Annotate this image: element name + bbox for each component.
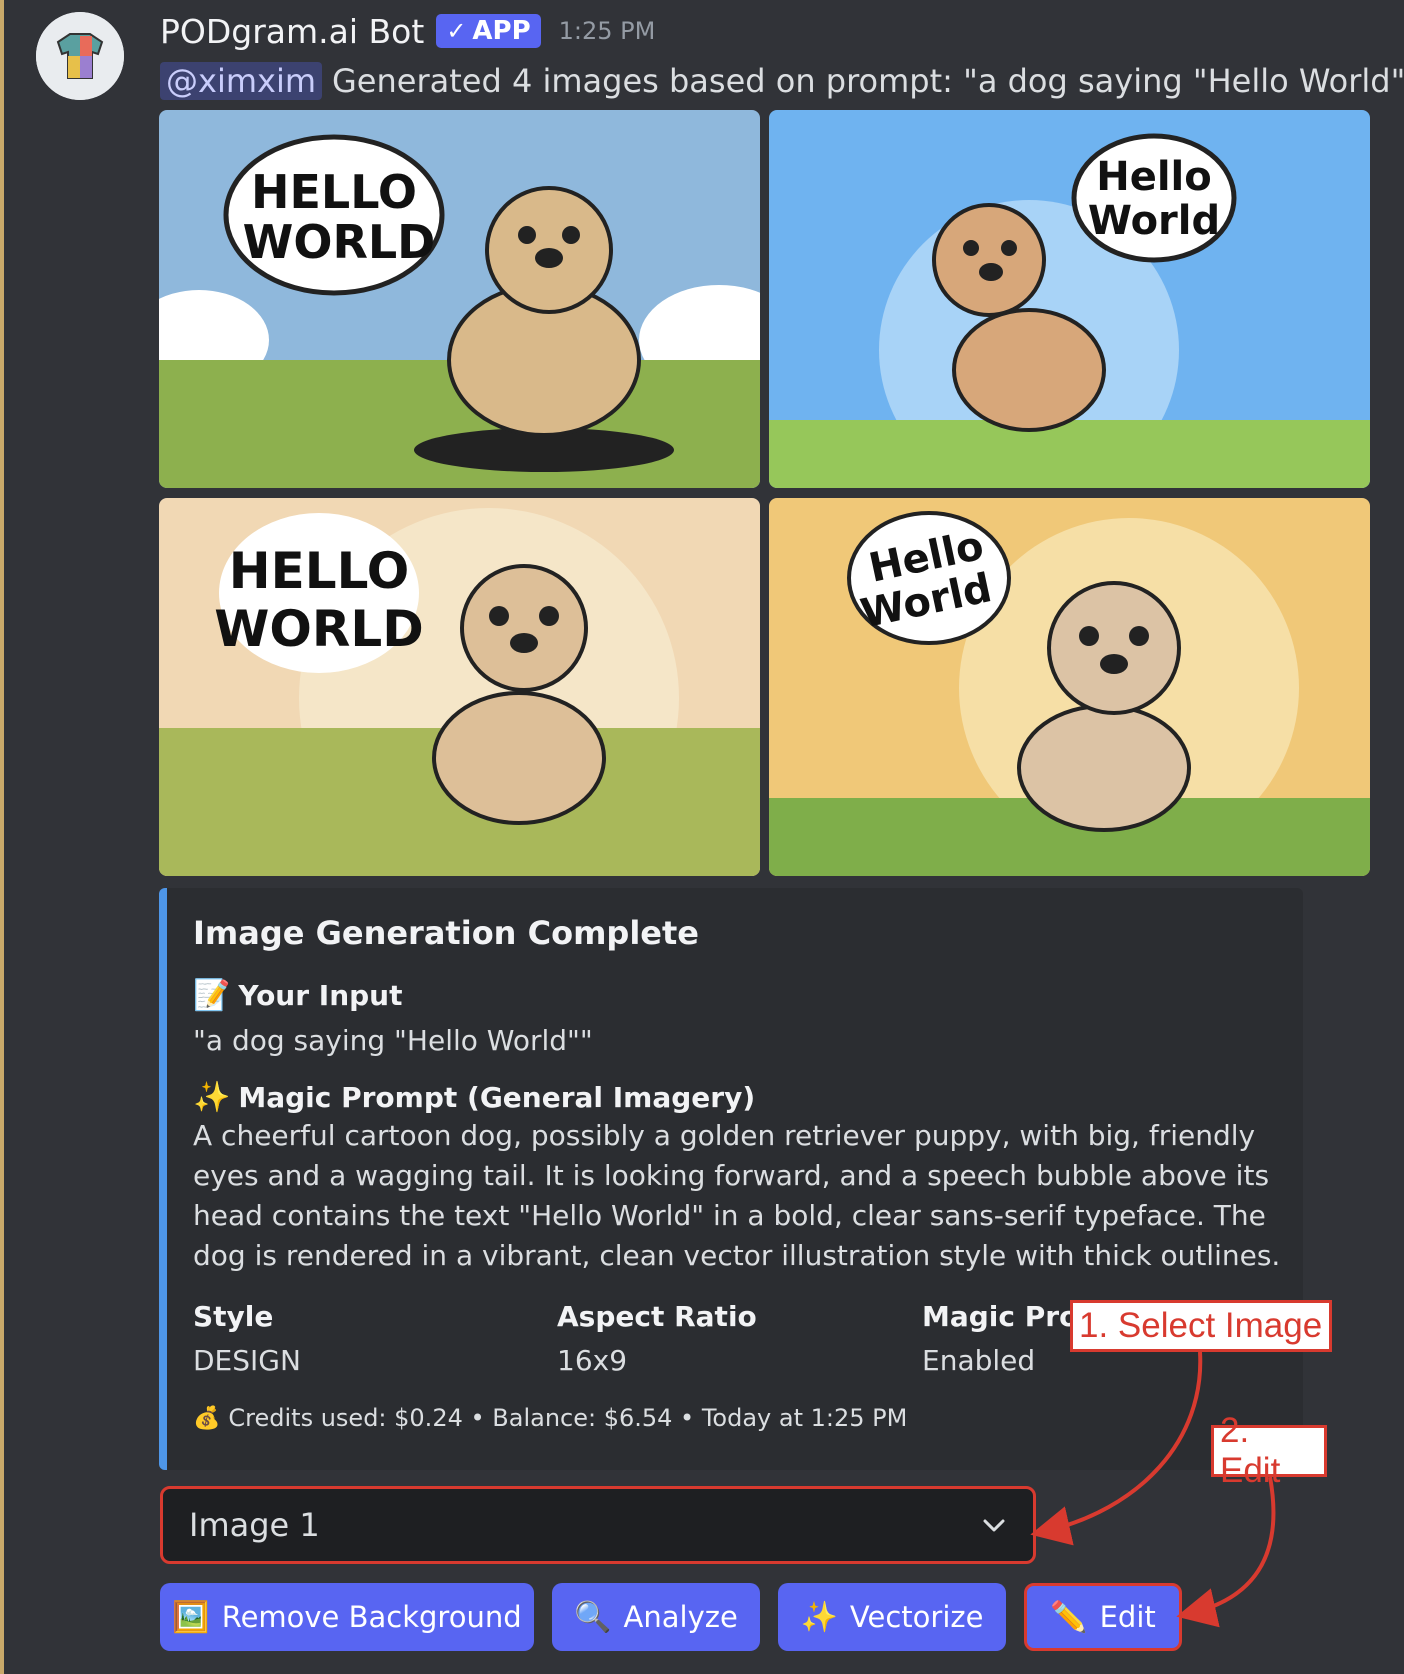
annotation-select-image: 1. Select Image [1070,1300,1332,1352]
annotation-edit: 2. Edit [1211,1411,1327,1490]
annotation-arrows [1030,1351,1276,1628]
